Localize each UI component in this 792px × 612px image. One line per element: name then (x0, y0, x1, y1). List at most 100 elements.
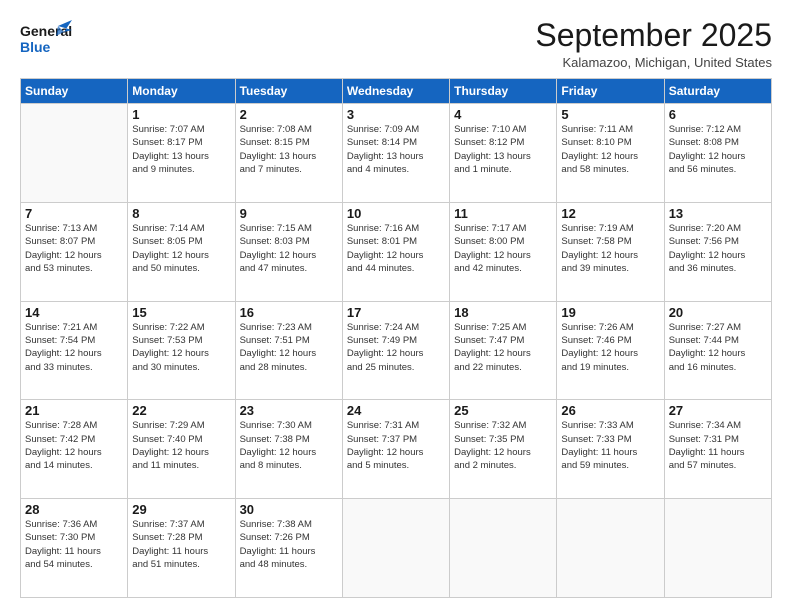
table-cell: 20Sunrise: 7:27 AMSunset: 7:44 PMDayligh… (664, 301, 771, 400)
table-cell: 14Sunrise: 7:21 AMSunset: 7:54 PMDayligh… (21, 301, 128, 400)
day-number: 21 (25, 403, 123, 418)
day-info: Sunrise: 7:38 AMSunset: 7:26 PMDaylight:… (240, 518, 338, 571)
table-cell: 4Sunrise: 7:10 AMSunset: 8:12 PMDaylight… (450, 104, 557, 203)
table-cell: 27Sunrise: 7:34 AMSunset: 7:31 PMDayligh… (664, 400, 771, 499)
table-cell: 18Sunrise: 7:25 AMSunset: 7:47 PMDayligh… (450, 301, 557, 400)
header-sunday: Sunday (21, 79, 128, 104)
table-cell (342, 499, 449, 598)
day-number: 30 (240, 502, 338, 517)
day-info: Sunrise: 7:32 AMSunset: 7:35 PMDaylight:… (454, 419, 552, 472)
day-info: Sunrise: 7:29 AMSunset: 7:40 PMDaylight:… (132, 419, 230, 472)
day-number: 17 (347, 305, 445, 320)
day-number: 26 (561, 403, 659, 418)
location: Kalamazoo, Michigan, United States (535, 55, 772, 70)
day-info: Sunrise: 7:27 AMSunset: 7:44 PMDaylight:… (669, 321, 767, 374)
weekday-header-row: Sunday Monday Tuesday Wednesday Thursday… (21, 79, 772, 104)
day-number: 10 (347, 206, 445, 221)
day-info: Sunrise: 7:20 AMSunset: 7:56 PMDaylight:… (669, 222, 767, 275)
day-info: Sunrise: 7:23 AMSunset: 7:51 PMDaylight:… (240, 321, 338, 374)
day-number: 4 (454, 107, 552, 122)
table-cell: 13Sunrise: 7:20 AMSunset: 7:56 PMDayligh… (664, 202, 771, 301)
day-number: 14 (25, 305, 123, 320)
day-info: Sunrise: 7:26 AMSunset: 7:46 PMDaylight:… (561, 321, 659, 374)
day-number: 1 (132, 107, 230, 122)
day-number: 7 (25, 206, 123, 221)
table-cell: 28Sunrise: 7:36 AMSunset: 7:30 PMDayligh… (21, 499, 128, 598)
day-number: 9 (240, 206, 338, 221)
day-number: 6 (669, 107, 767, 122)
table-cell: 1Sunrise: 7:07 AMSunset: 8:17 PMDaylight… (128, 104, 235, 203)
table-cell: 6Sunrise: 7:12 AMSunset: 8:08 PMDaylight… (664, 104, 771, 203)
day-info: Sunrise: 7:09 AMSunset: 8:14 PMDaylight:… (347, 123, 445, 176)
day-info: Sunrise: 7:14 AMSunset: 8:05 PMDaylight:… (132, 222, 230, 275)
table-cell: 10Sunrise: 7:16 AMSunset: 8:01 PMDayligh… (342, 202, 449, 301)
day-info: Sunrise: 7:24 AMSunset: 7:49 PMDaylight:… (347, 321, 445, 374)
day-number: 27 (669, 403, 767, 418)
day-number: 28 (25, 502, 123, 517)
day-number: 20 (669, 305, 767, 320)
table-cell: 8Sunrise: 7:14 AMSunset: 8:05 PMDaylight… (128, 202, 235, 301)
header-monday: Monday (128, 79, 235, 104)
day-info: Sunrise: 7:30 AMSunset: 7:38 PMDaylight:… (240, 419, 338, 472)
header-saturday: Saturday (664, 79, 771, 104)
day-number: 2 (240, 107, 338, 122)
table-cell: 3Sunrise: 7:09 AMSunset: 8:14 PMDaylight… (342, 104, 449, 203)
day-info: Sunrise: 7:17 AMSunset: 8:00 PMDaylight:… (454, 222, 552, 275)
day-number: 29 (132, 502, 230, 517)
table-cell: 7Sunrise: 7:13 AMSunset: 8:07 PMDaylight… (21, 202, 128, 301)
table-cell (450, 499, 557, 598)
day-info: Sunrise: 7:19 AMSunset: 7:58 PMDaylight:… (561, 222, 659, 275)
day-info: Sunrise: 7:10 AMSunset: 8:12 PMDaylight:… (454, 123, 552, 176)
day-info: Sunrise: 7:31 AMSunset: 7:37 PMDaylight:… (347, 419, 445, 472)
table-cell: 2Sunrise: 7:08 AMSunset: 8:15 PMDaylight… (235, 104, 342, 203)
table-cell (664, 499, 771, 598)
day-info: Sunrise: 7:11 AMSunset: 8:10 PMDaylight:… (561, 123, 659, 176)
header-friday: Friday (557, 79, 664, 104)
day-number: 5 (561, 107, 659, 122)
header-thursday: Thursday (450, 79, 557, 104)
day-number: 23 (240, 403, 338, 418)
table-cell (557, 499, 664, 598)
header-tuesday: Tuesday (235, 79, 342, 104)
day-number: 12 (561, 206, 659, 221)
day-info: Sunrise: 7:16 AMSunset: 8:01 PMDaylight:… (347, 222, 445, 275)
table-cell: 22Sunrise: 7:29 AMSunset: 7:40 PMDayligh… (128, 400, 235, 499)
day-info: Sunrise: 7:34 AMSunset: 7:31 PMDaylight:… (669, 419, 767, 472)
table-cell: 19Sunrise: 7:26 AMSunset: 7:46 PMDayligh… (557, 301, 664, 400)
day-info: Sunrise: 7:22 AMSunset: 7:53 PMDaylight:… (132, 321, 230, 374)
day-info: Sunrise: 7:13 AMSunset: 8:07 PMDaylight:… (25, 222, 123, 275)
title-block: September 2025 Kalamazoo, Michigan, Unit… (535, 18, 772, 70)
week-row-0: 1Sunrise: 7:07 AMSunset: 8:17 PMDaylight… (21, 104, 772, 203)
table-cell: 11Sunrise: 7:17 AMSunset: 8:00 PMDayligh… (450, 202, 557, 301)
day-number: 19 (561, 305, 659, 320)
table-cell: 17Sunrise: 7:24 AMSunset: 7:49 PMDayligh… (342, 301, 449, 400)
day-info: Sunrise: 7:33 AMSunset: 7:33 PMDaylight:… (561, 419, 659, 472)
day-number: 18 (454, 305, 552, 320)
logo-icon: General Blue (20, 18, 72, 62)
week-row-3: 21Sunrise: 7:28 AMSunset: 7:42 PMDayligh… (21, 400, 772, 499)
day-info: Sunrise: 7:07 AMSunset: 8:17 PMDaylight:… (132, 123, 230, 176)
day-number: 22 (132, 403, 230, 418)
day-info: Sunrise: 7:12 AMSunset: 8:08 PMDaylight:… (669, 123, 767, 176)
table-cell: 25Sunrise: 7:32 AMSunset: 7:35 PMDayligh… (450, 400, 557, 499)
table-cell: 12Sunrise: 7:19 AMSunset: 7:58 PMDayligh… (557, 202, 664, 301)
day-number: 8 (132, 206, 230, 221)
table-cell (21, 104, 128, 203)
calendar-page: General Blue September 2025 Kalamazoo, M… (0, 0, 792, 612)
week-row-1: 7Sunrise: 7:13 AMSunset: 8:07 PMDaylight… (21, 202, 772, 301)
table-cell: 26Sunrise: 7:33 AMSunset: 7:33 PMDayligh… (557, 400, 664, 499)
table-cell: 15Sunrise: 7:22 AMSunset: 7:53 PMDayligh… (128, 301, 235, 400)
header-wednesday: Wednesday (342, 79, 449, 104)
table-cell: 29Sunrise: 7:37 AMSunset: 7:28 PMDayligh… (128, 499, 235, 598)
table-cell: 21Sunrise: 7:28 AMSunset: 7:42 PMDayligh… (21, 400, 128, 499)
day-number: 25 (454, 403, 552, 418)
header: General Blue September 2025 Kalamazoo, M… (20, 18, 772, 70)
day-info: Sunrise: 7:25 AMSunset: 7:47 PMDaylight:… (454, 321, 552, 374)
table-cell: 9Sunrise: 7:15 AMSunset: 8:03 PMDaylight… (235, 202, 342, 301)
table-cell: 16Sunrise: 7:23 AMSunset: 7:51 PMDayligh… (235, 301, 342, 400)
week-row-2: 14Sunrise: 7:21 AMSunset: 7:54 PMDayligh… (21, 301, 772, 400)
table-cell: 23Sunrise: 7:30 AMSunset: 7:38 PMDayligh… (235, 400, 342, 499)
day-number: 11 (454, 206, 552, 221)
day-number: 16 (240, 305, 338, 320)
day-info: Sunrise: 7:28 AMSunset: 7:42 PMDaylight:… (25, 419, 123, 472)
